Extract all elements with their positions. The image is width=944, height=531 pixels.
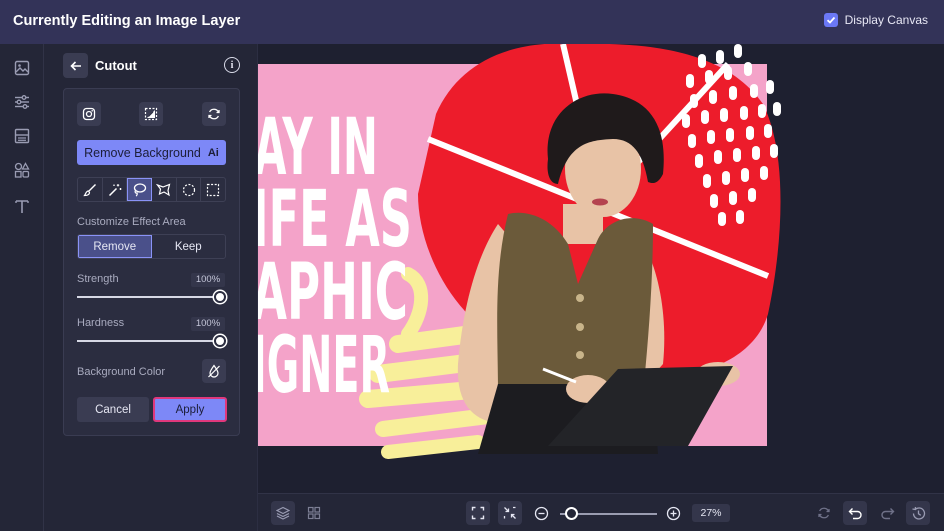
polygon-lasso-icon[interactable] xyxy=(152,178,177,201)
background-color-button[interactable] xyxy=(202,359,226,383)
canvas-artwork[interactable]: AY IN IFE AS APHIC IGNER xyxy=(258,44,944,493)
checkmark-icon xyxy=(826,16,835,24)
layout-icon[interactable] xyxy=(12,126,32,146)
selection-tools xyxy=(77,177,226,202)
ai-badge: Ai xyxy=(207,146,219,159)
background-color-label: Background Color xyxy=(77,366,166,378)
apply-button[interactable]: Apply xyxy=(153,397,227,422)
redo-icon[interactable] xyxy=(875,501,899,525)
shrink-icon[interactable] xyxy=(498,501,522,525)
hardness-slider-track[interactable] xyxy=(77,340,220,342)
undo-icon[interactable] xyxy=(843,501,867,525)
keep-option[interactable]: Keep xyxy=(152,235,226,258)
hardness-slider-handle[interactable] xyxy=(214,335,226,347)
refresh-icon[interactable] xyxy=(202,102,226,126)
effect-area-toggle: Remove Keep xyxy=(77,234,226,259)
hardness-value[interactable]: 100% xyxy=(191,317,225,331)
zoom-value[interactable]: 27% xyxy=(692,504,730,522)
left-rail xyxy=(0,44,44,531)
page-title: Currently Editing an Image Layer xyxy=(13,13,241,29)
canvas-stage: AY IN IFE AS APHIC IGNER xyxy=(258,44,944,493)
zoom-slider-handle[interactable] xyxy=(565,507,579,520)
remove-background-label: Remove Background xyxy=(84,145,201,160)
image-icon[interactable] xyxy=(12,58,32,78)
zoom-out-icon[interactable] xyxy=(529,501,553,525)
rotate-icon[interactable] xyxy=(812,501,836,525)
display-canvas-checkbox[interactable] xyxy=(823,13,838,27)
cutout-card: Remove Background Ai Customize Effect Ar… xyxy=(63,88,240,436)
strength-value[interactable]: 100% xyxy=(191,273,225,287)
remove-option[interactable]: Remove xyxy=(78,235,152,258)
top-bar: Currently Editing an Image Layer Display… xyxy=(0,0,944,44)
adjustments-icon[interactable] xyxy=(12,92,32,112)
panel-title: Cutout xyxy=(95,58,137,73)
info-icon[interactable]: i xyxy=(224,57,240,73)
cancel-button[interactable]: Cancel xyxy=(77,397,149,422)
layers-icon[interactable] xyxy=(271,501,295,525)
history-icon[interactable] xyxy=(906,501,930,525)
magic-wand-icon[interactable] xyxy=(103,178,128,201)
lasso-icon[interactable] xyxy=(127,178,153,201)
effect-area-label: Customize Effect Area xyxy=(77,216,186,228)
back-button[interactable] xyxy=(63,53,88,78)
fit-screen-icon[interactable] xyxy=(466,501,490,525)
poster-line-4: IGNER xyxy=(258,321,390,411)
transparency-icon[interactable] xyxy=(139,102,163,126)
back-arrow-icon xyxy=(69,60,81,71)
ellipse-select-icon[interactable] xyxy=(177,178,202,201)
strength-slider-handle[interactable] xyxy=(214,291,226,303)
elements-icon[interactable] xyxy=(12,160,32,180)
hardness-label: Hardness xyxy=(77,317,125,329)
grid-icon[interactable] xyxy=(302,501,326,525)
rect-select-icon[interactable] xyxy=(201,178,225,201)
panel-header: Cutout i xyxy=(63,53,240,79)
no-color-icon xyxy=(208,364,220,378)
bottom-toolbar: 27% xyxy=(258,493,944,531)
display-canvas-label: Display Canvas xyxy=(844,13,928,27)
strength-label: Strength xyxy=(77,273,119,285)
brush-icon[interactable] xyxy=(78,178,103,201)
text-icon[interactable] xyxy=(12,196,32,216)
display-canvas-toggle[interactable]: Display Canvas xyxy=(823,13,928,27)
zoom-in-icon[interactable] xyxy=(661,501,685,525)
strength-slider-track[interactable] xyxy=(77,296,220,298)
cutout-panel: Cutout i Remove Background Ai Customize … xyxy=(44,44,258,531)
remove-background-button[interactable]: Remove Background Ai xyxy=(77,140,226,165)
instagram-icon[interactable] xyxy=(77,102,101,126)
